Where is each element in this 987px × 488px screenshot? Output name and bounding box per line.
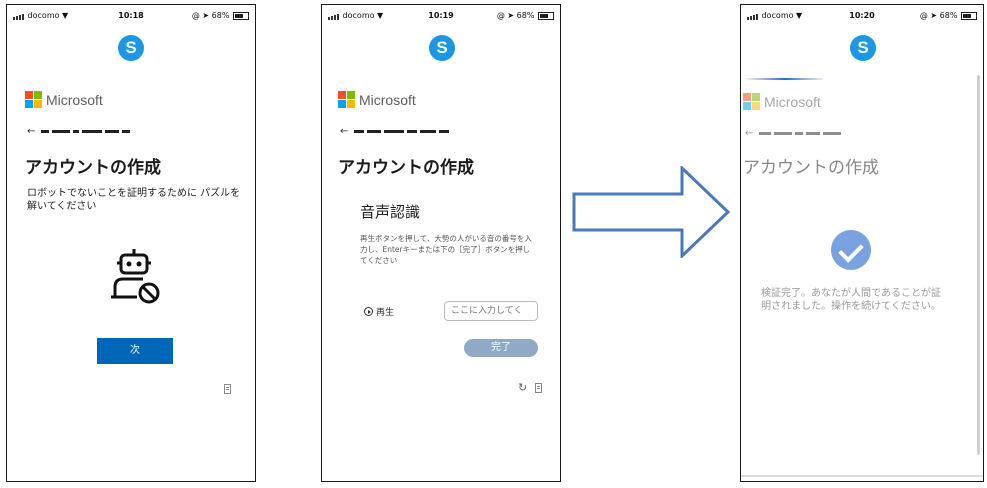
email-row: ← [745, 128, 842, 139]
play-icon [364, 307, 373, 316]
microsoft-logo: Microsoft [338, 91, 416, 108]
voice-instructions: 再生ボタンを押して、大勢の人がいる音の番号を入力し、Enterキーまたは下の［完… [360, 234, 532, 265]
next-button[interactable]: 次 [97, 338, 173, 364]
robot-blocked-icon [111, 249, 160, 304]
email-row: ← [27, 126, 131, 137]
battery-label: 68% [516, 11, 535, 20]
audio-icon[interactable] [224, 384, 231, 394]
page-title: アカウントの作成 [743, 158, 879, 178]
answer-input[interactable] [444, 301, 538, 321]
email-row: ← [340, 126, 450, 137]
verification-message: 検証完了。あなたが人間であることが証明されました。操作を続けてください。 [761, 288, 941, 312]
status-bar: docomo ▼ 10:19 @ ➤ 68% [322, 11, 560, 23]
skype-icon: S [118, 35, 144, 61]
phone-screen-puzzle: docomo ▼ 10:18 @ ➤ 68% S Microsoft ← アカウ… [6, 4, 256, 482]
play-label: 再生 [376, 308, 395, 318]
back-arrow-icon[interactable]: ← [340, 126, 348, 137]
refresh-icon[interactable]: ↻ [518, 381, 527, 394]
done-button[interactable]: 完了 [464, 339, 538, 357]
battery-label: 68% [939, 11, 958, 20]
phone-screen-verified: docomo ▼ 10:20 @ ➤ 68% S Microsoft ← アカウ… [740, 4, 984, 482]
skype-icon: S [429, 35, 455, 61]
battery-icon [233, 11, 249, 20]
page-title: アカウントの作成 [338, 158, 474, 178]
location-icon: @ ➤ [919, 11, 938, 20]
location-icon: @ ➤ [496, 11, 515, 20]
page-title: アカウントの作成 [25, 158, 161, 178]
right-arrow-icon [572, 166, 731, 258]
microsoft-logo: Microsoft [25, 91, 103, 108]
location-icon: @ ➤ [191, 11, 210, 20]
microsoft-logo-icon [25, 91, 42, 108]
battery-icon [538, 11, 554, 20]
redacted-email [759, 132, 842, 135]
redacted-email [354, 130, 450, 133]
microsoft-wordmark: Microsoft [359, 91, 416, 108]
microsoft-wordmark: Microsoft [764, 93, 821, 110]
status-bar: docomo ▼ 10:18 @ ➤ 68% [7, 11, 255, 23]
microsoft-logo-icon [743, 93, 760, 110]
play-button[interactable]: 再生 [364, 305, 394, 318]
microsoft-logo: Microsoft [743, 93, 821, 110]
scrollbar[interactable] [977, 75, 980, 455]
loading-bar [747, 78, 823, 80]
back-arrow-icon[interactable]: ← [745, 128, 753, 139]
voice-recognition-title: 音声認識 [360, 203, 421, 221]
checkmark-icon [831, 230, 871, 270]
battery-label: 68% [211, 11, 230, 20]
back-arrow-icon[interactable]: ← [27, 126, 35, 137]
puzzle-description: ロボットでないことを証明するために パズルを解いてください [27, 188, 241, 212]
microsoft-wordmark: Microsoft [46, 91, 103, 108]
redacted-email [41, 130, 131, 133]
phone-screen-voice: docomo ▼ 10:19 @ ➤ 68% S Microsoft ← アカウ… [321, 4, 561, 482]
home-indicator [741, 475, 983, 477]
battery-icon [961, 11, 977, 20]
status-bar: docomo ▼ 10:20 @ ➤ 68% [741, 11, 983, 23]
microsoft-logo-icon [338, 91, 355, 108]
skype-icon: S [850, 35, 876, 61]
audio-icon[interactable] [535, 383, 542, 393]
